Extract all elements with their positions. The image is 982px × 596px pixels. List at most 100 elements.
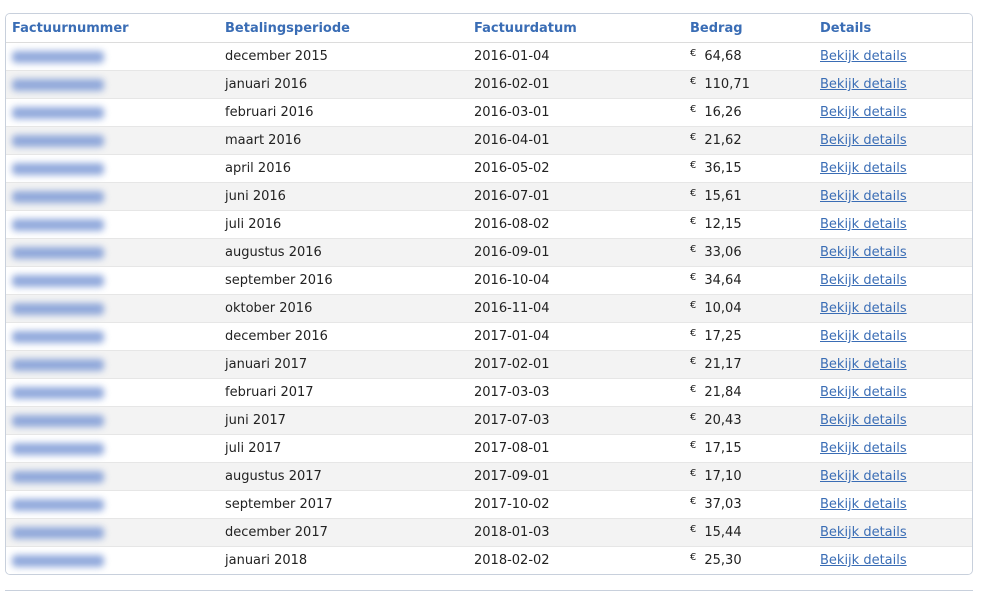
invoice-number-cell[interactable] bbox=[6, 266, 219, 295]
header-factuurnummer[interactable]: Factuurnummer bbox=[6, 14, 219, 43]
invoice-number-cell[interactable] bbox=[6, 546, 219, 574]
details-link[interactable]: Bekijk details bbox=[820, 441, 907, 456]
invoice-number-cell[interactable] bbox=[6, 434, 219, 463]
period-cell: december 2015 bbox=[219, 42, 468, 71]
redacted-invoice-number[interactable] bbox=[12, 526, 104, 539]
details-link[interactable]: Bekijk details bbox=[820, 301, 907, 316]
date-cell: 2016-01-04 bbox=[468, 42, 684, 71]
amount-cell: €64,68 bbox=[684, 42, 814, 71]
amount-cell: €17,10 bbox=[684, 462, 814, 491]
header-bedrag[interactable]: Bedrag bbox=[684, 14, 814, 43]
details-link[interactable]: Bekijk details bbox=[820, 77, 907, 92]
redacted-invoice-number[interactable] bbox=[12, 134, 104, 147]
euro-sign: € bbox=[690, 384, 697, 395]
redacted-invoice-number[interactable] bbox=[12, 190, 104, 203]
header-factuurdatum[interactable]: Factuurdatum bbox=[468, 14, 684, 43]
redacted-invoice-number[interactable] bbox=[12, 162, 104, 175]
table-row: juni 2017 2017-07-03 €20,43 Bekijk details bbox=[6, 406, 972, 435]
invoice-number-cell[interactable] bbox=[6, 490, 219, 519]
period-cell: april 2016 bbox=[219, 154, 468, 183]
invoice-number-cell[interactable] bbox=[6, 350, 219, 379]
redacted-invoice-number[interactable] bbox=[12, 78, 104, 91]
details-link[interactable]: Bekijk details bbox=[820, 469, 907, 484]
amount-cell: €36,15 bbox=[684, 154, 814, 183]
table-row: maart 2016 2016-04-01 €21,62 Bekijk details bbox=[6, 126, 972, 155]
details-link[interactable]: Bekijk details bbox=[820, 357, 907, 372]
invoice-number-cell[interactable] bbox=[6, 182, 219, 211]
header-betalingsperiode[interactable]: Betalingsperiode bbox=[219, 14, 468, 43]
details-cell: Bekijk details bbox=[814, 70, 972, 99]
invoice-number-cell[interactable] bbox=[6, 406, 219, 435]
details-cell: Bekijk details bbox=[814, 154, 972, 183]
table-row: september 2016 2016-10-04 €34,64 Bekijk det… bbox=[6, 266, 972, 295]
euro-sign: € bbox=[690, 104, 697, 115]
redacted-invoice-number[interactable] bbox=[12, 246, 104, 259]
invoice-number-cell[interactable] bbox=[6, 322, 219, 351]
details-link[interactable]: Bekijk details bbox=[820, 525, 907, 540]
amount-cell: €16,26 bbox=[684, 98, 814, 127]
invoice-number-cell[interactable] bbox=[6, 42, 219, 71]
table-row: juni 2016 2016-07-01 €15,61 Bekijk details bbox=[6, 182, 972, 211]
redacted-invoice-number[interactable] bbox=[12, 414, 104, 427]
date-cell: 2017-01-04 bbox=[468, 322, 684, 351]
redacted-invoice-number[interactable] bbox=[12, 50, 104, 63]
invoice-number-cell[interactable] bbox=[6, 70, 219, 99]
amount-cell: €33,06 bbox=[684, 238, 814, 267]
redacted-invoice-number[interactable] bbox=[12, 330, 104, 343]
table-row: augustus 2016 2016-09-01 €33,06 Bekijk deta… bbox=[6, 238, 972, 267]
date-cell: 2017-10-02 bbox=[468, 490, 684, 519]
details-cell: Bekijk details bbox=[814, 322, 972, 351]
redacted-invoice-number[interactable] bbox=[12, 274, 104, 287]
invoice-number-cell[interactable] bbox=[6, 462, 219, 491]
invoice-number-cell[interactable] bbox=[6, 294, 219, 323]
redacted-invoice-number[interactable] bbox=[12, 106, 104, 119]
details-link[interactable]: Bekijk details bbox=[820, 385, 907, 400]
redacted-invoice-number[interactable] bbox=[12, 302, 104, 315]
table-row: januari 2017 2017-02-01 €21,17 Bekijk detai… bbox=[6, 350, 972, 379]
euro-sign: € bbox=[690, 132, 697, 143]
date-cell: 2016-11-04 bbox=[468, 294, 684, 323]
invoice-number-cell[interactable] bbox=[6, 238, 219, 267]
table-row: december 2017 2018-01-03 €15,44 Bekijk deta… bbox=[6, 518, 972, 547]
details-link[interactable]: Bekijk details bbox=[820, 553, 907, 568]
details-link[interactable]: Bekijk details bbox=[820, 49, 907, 64]
amount-value: 20,43 bbox=[704, 413, 742, 428]
details-link[interactable]: Bekijk details bbox=[820, 245, 907, 260]
invoice-number-cell[interactable] bbox=[6, 154, 219, 183]
details-link[interactable]: Bekijk details bbox=[820, 161, 907, 176]
table-row: oktober 2016 2016-11-04 €10,04 Bekijk detai… bbox=[6, 294, 972, 323]
details-link[interactable]: Bekijk details bbox=[820, 133, 907, 148]
redacted-invoice-number[interactable] bbox=[12, 442, 104, 455]
period-cell: juni 2017 bbox=[219, 406, 468, 435]
details-link[interactable]: Bekijk details bbox=[820, 217, 907, 232]
details-link[interactable]: Bekijk details bbox=[820, 413, 907, 428]
table-body: december 2015 2016-01-04 €64,68 Bekijk deta… bbox=[6, 42, 972, 574]
redacted-invoice-number[interactable] bbox=[12, 498, 104, 511]
details-link[interactable]: Bekijk details bbox=[820, 189, 907, 204]
redacted-invoice-number[interactable] bbox=[12, 470, 104, 483]
details-cell: Bekijk details bbox=[814, 546, 972, 574]
date-cell: 2017-02-01 bbox=[468, 350, 684, 379]
invoice-number-cell[interactable] bbox=[6, 98, 219, 127]
amount-cell: €20,43 bbox=[684, 406, 814, 435]
invoice-number-cell[interactable] bbox=[6, 210, 219, 239]
details-link[interactable]: Bekijk details bbox=[820, 105, 907, 120]
details-link[interactable]: Bekijk details bbox=[820, 497, 907, 512]
redacted-invoice-number[interactable] bbox=[12, 386, 104, 399]
invoice-number-cell[interactable] bbox=[6, 126, 219, 155]
invoice-number-cell[interactable] bbox=[6, 378, 219, 407]
invoice-number-cell[interactable] bbox=[6, 518, 219, 547]
period-cell: januari 2016 bbox=[219, 70, 468, 99]
amount-cell: €15,44 bbox=[684, 518, 814, 547]
details-cell: Bekijk details bbox=[814, 462, 972, 491]
details-link[interactable]: Bekijk details bbox=[820, 273, 907, 288]
date-cell: 2018-01-03 bbox=[468, 518, 684, 547]
amount-value: 36,15 bbox=[704, 161, 742, 176]
amount-value: 21,62 bbox=[704, 133, 742, 148]
euro-sign: € bbox=[690, 552, 697, 563]
redacted-invoice-number[interactable] bbox=[12, 218, 104, 231]
redacted-invoice-number[interactable] bbox=[12, 358, 104, 371]
header-details: Details bbox=[814, 14, 972, 43]
details-link[interactable]: Bekijk details bbox=[820, 329, 907, 344]
redacted-invoice-number[interactable] bbox=[12, 554, 104, 567]
